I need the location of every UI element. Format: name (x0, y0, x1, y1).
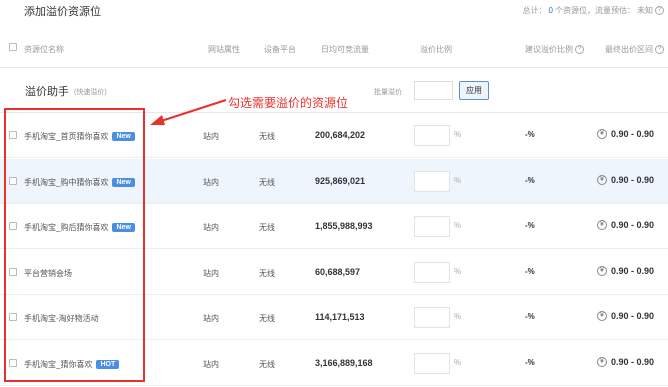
summary-prefix: 总计： (522, 6, 547, 15)
final-price-value: 0.90 - 0.90 (611, 220, 655, 230)
col-platform: 设备平台 (264, 45, 296, 54)
percent-sign: % (454, 267, 462, 276)
selected-count: 0 (548, 6, 553, 15)
apply-button[interactable]: 应用 (459, 81, 489, 100)
platform: 无线 (259, 223, 275, 232)
suggested-ratio: -% (525, 312, 535, 321)
traffic-estimate: 未知 (637, 6, 653, 15)
percent-sign: % (454, 358, 462, 367)
col-final-price-label: 最终出价区间 (605, 45, 653, 54)
daily-traffic: 3,166,889,168 (315, 358, 373, 368)
site-attr: 站内 (203, 360, 219, 369)
premium-ratio-input[interactable] (414, 262, 450, 283)
final-price-value: 0.90 - 0.90 (611, 175, 655, 185)
yen-icon: ¥ (597, 220, 607, 230)
helper-subtitle: (快速溢价) (74, 89, 107, 96)
col-site-attr: 网站属性 (208, 45, 240, 54)
yen-icon: ¥ (597, 357, 607, 367)
summary: 总计： 0 个资源位，流量预估： 未知 ? (523, 5, 664, 16)
col-daily-traffic: 日均可竞流量 (321, 45, 369, 54)
question-icon[interactable]: ? (655, 45, 664, 54)
daily-traffic: 114,171,513 (315, 312, 365, 322)
daily-traffic: 60,688,597 (315, 267, 361, 277)
yen-icon: ¥ (597, 266, 607, 276)
annotation-text: 勾选需要溢价的资源位 (228, 96, 349, 110)
summary-mid: 个资源位，流量预估： (555, 6, 635, 15)
site-attr: 站内 (203, 223, 219, 232)
col-premium-ratio: 溢价比例 (420, 45, 452, 54)
yen-icon: ¥ (597, 175, 607, 185)
yen-icon: ¥ (597, 311, 607, 321)
premium-ratio-input[interactable] (414, 125, 450, 146)
site-attr: 站内 (203, 314, 219, 323)
premium-ratio-input[interactable] (414, 216, 450, 237)
suggested-ratio: -% (525, 221, 535, 230)
daily-traffic: 1,855,988,993 (315, 221, 373, 231)
col-suggested-ratio: 建议溢价比例? (525, 44, 584, 55)
daily-traffic: 925,869,021 (315, 176, 366, 186)
suggested-ratio: -% (525, 358, 535, 367)
suggested-ratio: -% (525, 267, 535, 276)
suggested-ratio: -% (525, 176, 535, 185)
final-price-value: 0.90 - 0.90 (611, 266, 655, 276)
platform: 无线 (259, 314, 275, 323)
table-header: 资源位名称 网站属性 设备平台 日均可竞流量 溢价比例 建议溢价比例? 最终出价… (0, 30, 668, 68)
platform: 无线 (259, 360, 275, 369)
col-name: 资源位名称 (24, 45, 64, 54)
site-attr: 站内 (203, 269, 219, 278)
daily-traffic: 200,684,202 (315, 130, 366, 140)
col-suggested-ratio-label: 建议溢价比例 (525, 45, 573, 54)
suggested-ratio: -% (525, 130, 535, 139)
site-attr: 站内 (203, 178, 219, 187)
yen-icon: ¥ (597, 129, 607, 139)
premium-ratio-input[interactable] (414, 171, 450, 192)
percent-sign: % (454, 176, 462, 185)
dialog-header: 添加溢价资源位 总计： 0 个资源位，流量预估： 未知 ? (0, 0, 668, 22)
premium-ratio-input[interactable] (414, 353, 450, 374)
helper-title: 溢价助手 (25, 86, 69, 98)
final-price: ¥0.90 - 0.90 (597, 266, 654, 276)
question-icon[interactable]: ? (655, 6, 664, 15)
final-price: ¥0.90 - 0.90 (597, 129, 654, 139)
batch-premium-label: 批量溢价 (374, 89, 402, 96)
platform: 无线 (259, 178, 275, 187)
final-price-value: 0.90 - 0.90 (611, 129, 655, 139)
dialog-title: 添加溢价资源位 (24, 6, 101, 18)
question-icon[interactable]: ? (575, 45, 584, 54)
final-price: ¥0.90 - 0.90 (597, 311, 654, 321)
percent-sign: % (454, 130, 462, 139)
platform: 无线 (259, 132, 275, 141)
final-price-value: 0.90 - 0.90 (611, 357, 655, 367)
red-arrow (150, 99, 227, 125)
col-final-price: 最终出价区间? (605, 44, 664, 55)
site-attr: 站内 (203, 132, 219, 141)
final-price: ¥0.90 - 0.90 (597, 220, 654, 230)
percent-sign: % (454, 221, 462, 230)
percent-sign: % (454, 312, 462, 321)
final-price-value: 0.90 - 0.90 (611, 311, 655, 321)
final-price: ¥0.90 - 0.90 (597, 175, 654, 185)
batch-premium-input[interactable] (414, 81, 453, 100)
premium-ratio-input[interactable] (414, 307, 450, 328)
platform: 无线 (259, 269, 275, 278)
final-price: ¥0.90 - 0.90 (597, 357, 654, 367)
highlight-box (4, 108, 145, 382)
select-all-checkbox[interactable] (9, 43, 17, 51)
